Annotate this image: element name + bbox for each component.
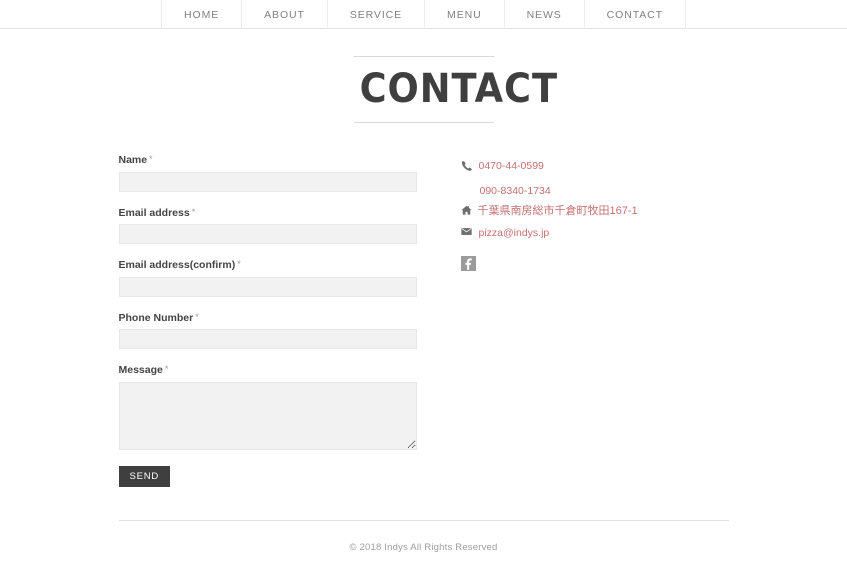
page-title: CONTACT (359, 66, 558, 112)
field-name: Name * (118, 154, 419, 192)
contact-address-row: 千葉県南房総市千倉町牧田167-1 (460, 204, 721, 221)
field-message: Message * (118, 364, 419, 450)
nav-item-home[interactable]: HOME (161, 0, 241, 29)
contact-email-row: pizza@indys.jp (460, 226, 721, 243)
site-footer: © 2018 Indys All Rights Reserved (0, 520, 847, 553)
label-message-text: Message (118, 364, 163, 377)
nav-item-news[interactable]: NEWS (503, 0, 584, 29)
label-email-confirm: Email address(confirm) * (119, 259, 419, 272)
input-email[interactable] (118, 224, 417, 245)
input-name[interactable] (118, 171, 417, 192)
send-button[interactable]: SEND (118, 465, 171, 488)
field-phone: Phone Number * (118, 312, 419, 350)
primary-navigation: HOME ABOUT SERVICE MENU NEWS CONTACT (161, 0, 686, 29)
envelope-icon (460, 226, 478, 236)
footer-copyright: © 2018 Indys All Rights Reserved (349, 542, 498, 553)
contact-address[interactable]: 千葉県南房総市千倉町牧田167-1 (478, 204, 638, 219)
required-marker: * (164, 364, 169, 375)
contact-phone-secondary-row: 090-8340-1734 (461, 181, 721, 199)
input-phone[interactable] (118, 329, 417, 350)
label-message: Message * (119, 364, 419, 377)
nav-item-about[interactable]: ABOUT (241, 0, 327, 29)
contact-phone-primary[interactable]: 0470-44-0599 (478, 159, 544, 173)
social-links (460, 256, 721, 271)
input-email-confirm[interactable] (118, 276, 417, 297)
contact-phone-row: 0470-44-0599 (461, 159, 721, 176)
required-marker: * (149, 154, 153, 164)
contact-form: Name * Email address * Email address(confi… (118, 154, 419, 488)
facebook-icon[interactable] (460, 256, 476, 271)
nav-item-service[interactable]: SERVICE (326, 0, 424, 29)
main-content: Name * Email address * Email address(confi… (118, 154, 729, 488)
required-marker: * (195, 311, 199, 322)
label-phone: Phone Number * (119, 312, 419, 325)
site-header: HOME ABOUT SERVICE MENU NEWS CONTACT (0, 0, 847, 29)
label-name-text: Name (118, 154, 148, 166)
label-phone-text: Phone Number (118, 311, 194, 324)
contact-phone-secondary[interactable]: 090-8340-1734 (479, 185, 551, 197)
label-email-confirm-text: Email address(confirm) (118, 259, 236, 272)
label-email: Email address * (119, 207, 419, 220)
label-email-text: Email address (118, 206, 190, 219)
nav-item-contact[interactable]: CONTACT (583, 0, 686, 29)
field-email-confirm: Email address(confirm) * (118, 259, 419, 297)
title-rule-bottom (353, 122, 494, 123)
phone-icon (461, 159, 478, 171)
field-email: Email address * (118, 207, 419, 245)
required-marker: * (191, 206, 196, 217)
nav-item-menu[interactable]: MENU (424, 0, 504, 29)
contact-info-panel: 0470-44-0599 090-8340-1734 千葉県南房総市千倉町牧田1… (460, 154, 721, 271)
label-name: Name * (119, 154, 419, 167)
home-icon (460, 204, 478, 216)
input-message[interactable] (118, 381, 417, 450)
required-marker: * (237, 259, 241, 270)
page-title-block: CONTACT (353, 56, 558, 123)
contact-email[interactable]: pizza@indys.jp (478, 226, 550, 240)
